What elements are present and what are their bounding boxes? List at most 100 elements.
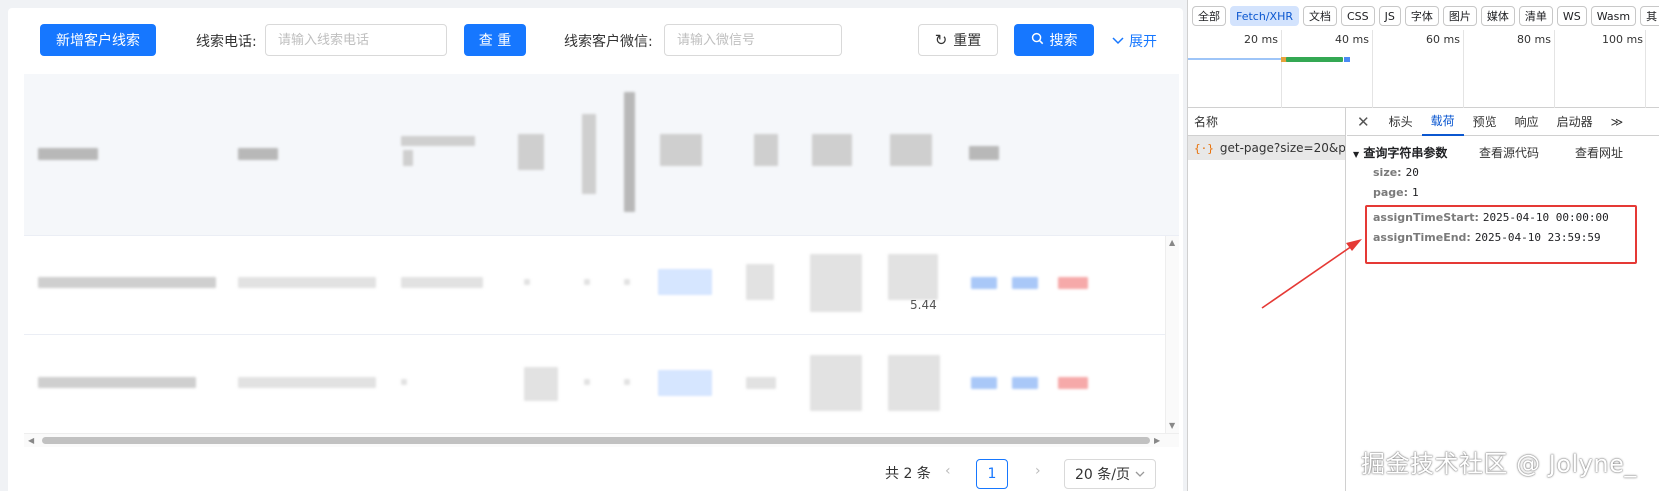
filter-chip[interactable]: JS (1378, 6, 1401, 26)
scroll-right-icon[interactable]: ▶ (1154, 437, 1160, 445)
table-row[interactable] (24, 335, 1179, 434)
timeline-tick: 80 ms (1517, 33, 1551, 46)
tab-initiator[interactable]: 启动器 (1548, 108, 1602, 136)
xhr-icon: {·} (1194, 141, 1214, 155)
table-cell (746, 264, 774, 300)
request-detail: ✕ 标头 载荷 预览 响应 启动器 ≫ ▼ 查询字符串参数 查看源代码 查看网址… (1347, 108, 1659, 491)
next-page-icon[interactable]: › (1035, 463, 1041, 479)
table-horizontal-scrollbar[interactable]: ◀ ▶ (24, 433, 1179, 447)
leads-panel: 新增客户线索 线索电话: 查 重 线索客户微信: ↻ 重置 搜索 展开 (8, 8, 1183, 491)
filter-chip[interactable]: 图片 (1442, 6, 1477, 26)
table-cell (624, 279, 630, 285)
status-badge (658, 269, 712, 295)
page-size-value: 20 条/页 (1075, 467, 1130, 483)
timeline-gridline (1372, 30, 1373, 108)
table-cell (401, 277, 483, 288)
triangle-down-icon: ▼ (1353, 150, 1360, 159)
resource-type-filters: 全部 Fetch/XHR 文档 CSS JS 字体 图片 媒体 清单 WS Wasm 其 (1192, 6, 1659, 26)
query-params-section: ▼ 查询字符串参数 查看源代码 查看网址 (1347, 144, 1659, 162)
chevron-down-icon (1135, 466, 1145, 482)
column-header (812, 134, 852, 166)
status-badge (658, 370, 712, 396)
add-lead-button[interactable]: 新增客户线索 (40, 24, 156, 56)
table-cell (38, 277, 216, 288)
row-partial-text: 5.44 (910, 298, 937, 312)
scroll-up-icon[interactable]: ▲ (1169, 239, 1175, 247)
reset-button-label: 重置 (953, 33, 982, 49)
column-header (38, 148, 98, 160)
filter-chip[interactable]: CSS (1340, 6, 1375, 26)
table-cell (888, 254, 938, 300)
filter-chip[interactable]: 其 (1640, 6, 1659, 26)
filter-chip[interactable]: Wasm (1590, 6, 1637, 26)
table-cell (810, 254, 862, 312)
timeline-gridline (1554, 30, 1555, 108)
request-item[interactable]: {·} get-page?size=20&p... (1188, 136, 1345, 160)
page-size-select[interactable]: 20 条/页 (1064, 459, 1156, 489)
expand-label: 展开 (1129, 34, 1157, 50)
search-button[interactable]: 搜索 (1014, 24, 1094, 56)
table-cell (238, 277, 376, 288)
expand-link[interactable]: 展开 (1112, 31, 1157, 51)
filter-chip[interactable]: 字体 (1404, 6, 1439, 26)
row-action-link[interactable] (971, 377, 997, 389)
table-cell (524, 367, 558, 401)
tab-payload[interactable]: 载荷 (1421, 108, 1464, 136)
column-header (401, 136, 475, 146)
row-action-link[interactable] (1012, 377, 1038, 389)
table-vertical-scrollbar[interactable]: ▲ ▼ (1165, 236, 1179, 433)
tab-preview[interactable]: 预览 (1464, 108, 1506, 136)
phone-input[interactable] (265, 24, 447, 56)
watermark: 掘金技术社区 @ Jolyne_ (1361, 450, 1637, 478)
scroll-down-icon[interactable]: ▼ (1169, 422, 1175, 430)
chevron-down-icon (1112, 33, 1124, 49)
filter-chip[interactable]: 媒体 (1480, 6, 1515, 26)
timeline-gridline (1645, 30, 1646, 108)
view-source-link[interactable]: 查看源代码 (1479, 144, 1539, 161)
scrollbar-thumb[interactable] (42, 437, 1150, 444)
column-header (969, 146, 999, 160)
reset-button[interactable]: ↻ 重置 (918, 24, 998, 56)
table-row[interactable]: 5.44 (24, 236, 1179, 335)
prev-page-icon[interactable]: ‹ (945, 463, 951, 479)
column-header (624, 92, 635, 212)
row-delete-link[interactable] (1058, 277, 1088, 289)
param-key: size: (1373, 166, 1402, 179)
query-params-title: 查询字符串参数 (1363, 146, 1448, 160)
network-timeline: 20 ms 40 ms 60 ms 80 ms 100 ms (1188, 30, 1659, 108)
filter-chip[interactable]: Fetch/XHR (1230, 6, 1299, 26)
filter-chip[interactable]: 清单 (1518, 6, 1553, 26)
column-header (582, 114, 596, 194)
leads-table: 5.44 ▲ ▼ ◀ ▶ (24, 74, 1179, 447)
close-icon[interactable]: ✕ (1347, 113, 1380, 131)
filter-chip[interactable]: 文档 (1302, 6, 1337, 26)
tab-headers[interactable]: 标头 (1380, 108, 1422, 136)
table-cell (238, 377, 376, 388)
table-header (24, 74, 1179, 236)
table-cell (810, 355, 862, 411)
param-row: page: 1 (1373, 186, 1419, 199)
tab-response[interactable]: 响应 (1506, 108, 1548, 136)
pagination-total: 共 2 条 (885, 466, 931, 482)
table-cell (584, 379, 590, 385)
filter-chip[interactable]: WS (1556, 6, 1587, 26)
scroll-left-icon[interactable]: ◀ (28, 437, 34, 445)
timeline-gridline (1463, 30, 1464, 108)
highlight-box (1365, 205, 1637, 264)
column-header (890, 134, 932, 166)
more-tabs-icon[interactable]: ≫ (1602, 108, 1633, 136)
page-number-button[interactable]: 1 (976, 459, 1008, 489)
filter-chip[interactable]: 全部 (1192, 6, 1226, 26)
check-duplicate-button[interactable]: 查 重 (464, 24, 526, 56)
row-action-link[interactable] (971, 277, 997, 289)
row-action-link[interactable] (1012, 277, 1038, 289)
search-icon (1031, 32, 1044, 49)
view-url-link[interactable]: 查看网址 (1575, 144, 1623, 161)
wechat-label: 线索客户微信: (564, 34, 653, 50)
wechat-input[interactable] (664, 24, 842, 56)
column-header (518, 134, 544, 170)
query-params-toggle[interactable]: ▼ 查询字符串参数 (1353, 144, 1447, 161)
table-cell (524, 279, 530, 285)
row-delete-link[interactable] (1058, 377, 1088, 389)
timeline-download-bar (1286, 57, 1343, 62)
